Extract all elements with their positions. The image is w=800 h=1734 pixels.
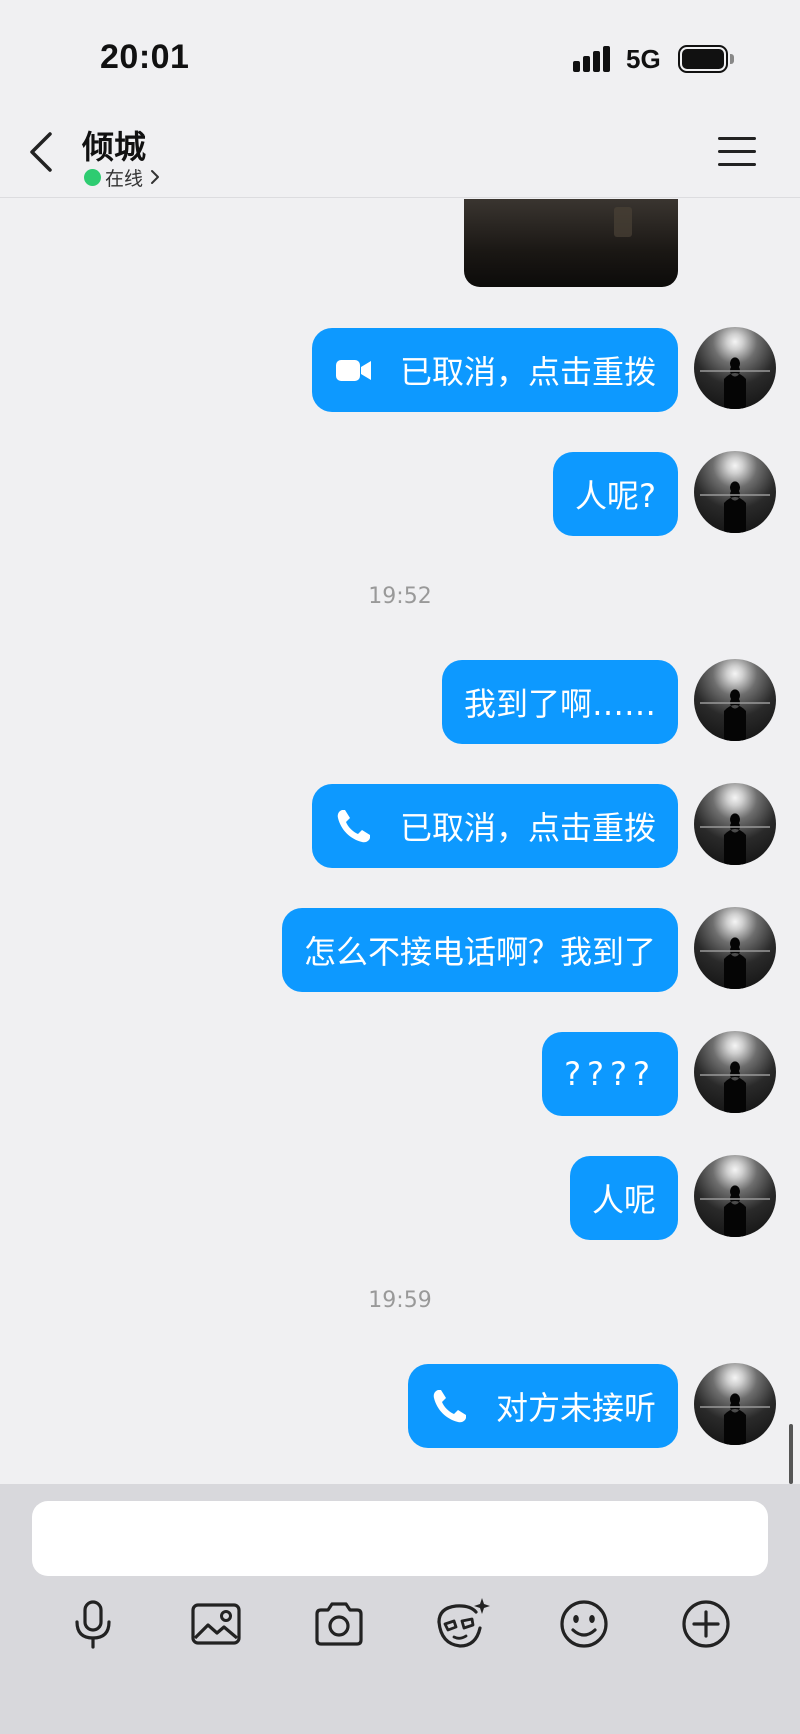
plus-circle-icon bbox=[682, 1600, 730, 1648]
emoji-icon bbox=[560, 1600, 608, 1648]
input-area bbox=[0, 1484, 800, 1734]
chat-header: 倾城 在线 bbox=[0, 110, 800, 198]
status-bar: 20:01 5G bbox=[0, 0, 800, 110]
avatar[interactable] bbox=[694, 1031, 776, 1113]
avatar[interactable] bbox=[694, 783, 776, 865]
online-dot-icon bbox=[84, 168, 101, 186]
menu-icon bbox=[718, 137, 756, 140]
chevron-left-icon bbox=[30, 132, 52, 172]
phone-icon bbox=[433, 1390, 466, 1423]
chevron-right-icon bbox=[151, 170, 160, 184]
text-message-bubble[interactable]: 人呢 bbox=[569, 1156, 678, 1240]
online-status[interactable]: 在线 bbox=[84, 164, 161, 190]
message-text: 人呢 bbox=[591, 1181, 656, 1219]
text-message-bubble[interactable]: 我到了啊…… bbox=[441, 660, 678, 744]
chat-messages[interactable]: 已取消，点击重拨 人呢? 19:52 我到了啊…… 已取消，点击重拨 怎么不接电… bbox=[0, 199, 800, 1484]
message-text: ???? bbox=[564, 1055, 656, 1093]
image-icon bbox=[191, 1603, 241, 1645]
message-text: 人呢? bbox=[575, 477, 656, 515]
text-message-bubble[interactable]: ???? bbox=[542, 1032, 678, 1116]
avatar[interactable] bbox=[694, 327, 776, 409]
voice-button[interactable] bbox=[63, 1594, 123, 1654]
camera-button[interactable] bbox=[309, 1594, 369, 1654]
text-message-bubble[interactable]: 人呢? bbox=[553, 452, 678, 536]
voice-call-bubble[interactable]: 对方未接听 bbox=[407, 1364, 678, 1448]
text-message-bubble[interactable]: 怎么不接电话啊？我到了 bbox=[281, 908, 678, 992]
avatar[interactable] bbox=[694, 659, 776, 741]
battery-icon bbox=[678, 45, 734, 73]
microphone-icon bbox=[75, 1600, 111, 1649]
voice-call-bubble[interactable]: 已取消，点击重拨 bbox=[311, 784, 678, 868]
face-sparkle-icon bbox=[437, 1598, 490, 1648]
message-text: 怎么不接电话啊？我到了 bbox=[303, 933, 656, 971]
avatar[interactable] bbox=[694, 907, 776, 989]
video-camera-icon bbox=[335, 360, 371, 381]
network-type: 5G bbox=[626, 44, 661, 74]
message-text: 我到了啊…… bbox=[463, 685, 656, 723]
message-text: 对方未接听 bbox=[495, 1389, 656, 1427]
ai-face-button[interactable] bbox=[432, 1594, 492, 1654]
avatar[interactable] bbox=[694, 1155, 776, 1237]
menu-button[interactable] bbox=[718, 135, 756, 169]
online-status-text: 在线 bbox=[105, 167, 144, 190]
message-text: 已取消，点击重拨 bbox=[399, 809, 656, 847]
video-call-bubble[interactable]: 已取消，点击重拨 bbox=[311, 328, 678, 412]
back-button[interactable] bbox=[22, 124, 62, 180]
video-message-thumbnail[interactable] bbox=[464, 199, 678, 287]
more-button[interactable] bbox=[676, 1594, 736, 1654]
phone-icon bbox=[337, 810, 370, 843]
avatar[interactable] bbox=[694, 1363, 776, 1445]
avatar[interactable] bbox=[694, 451, 776, 533]
signal-icon bbox=[573, 46, 613, 72]
status-time: 20:01 bbox=[100, 38, 190, 76]
scrollbar[interactable] bbox=[789, 1424, 793, 1484]
contact-name[interactable]: 倾城 bbox=[82, 122, 146, 168]
message-timestamp: 19:52 bbox=[368, 584, 432, 609]
photo-button[interactable] bbox=[186, 1594, 246, 1654]
message-timestamp: 19:59 bbox=[368, 1288, 432, 1313]
message-input[interactable] bbox=[32, 1501, 768, 1576]
camera-icon bbox=[315, 1602, 363, 1646]
emoji-button[interactable] bbox=[554, 1594, 614, 1654]
message-text: 已取消，点击重拨 bbox=[399, 353, 656, 391]
